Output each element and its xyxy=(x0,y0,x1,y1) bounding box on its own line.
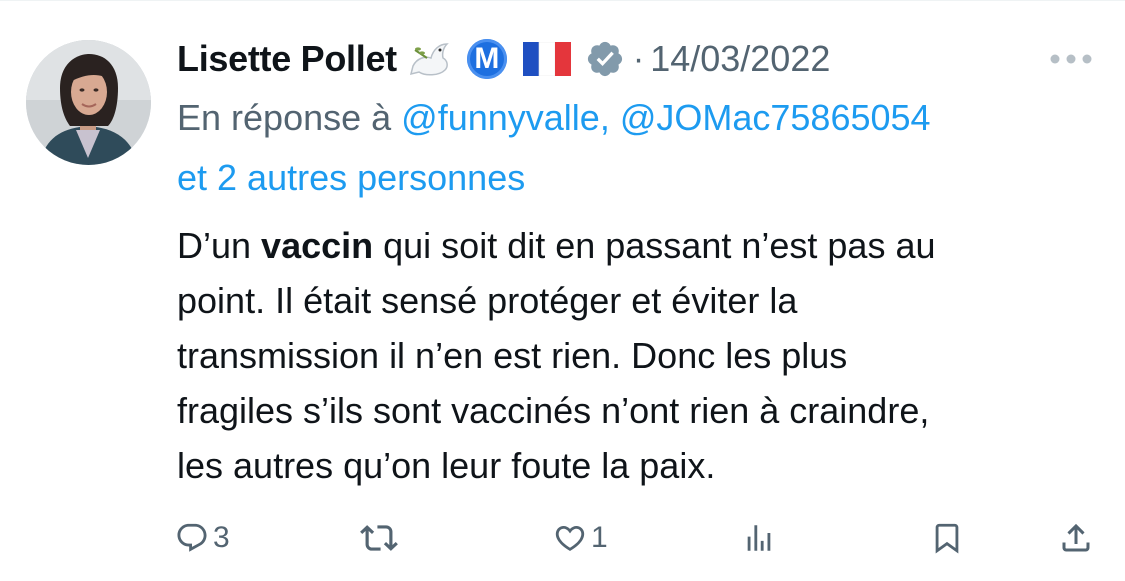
tweet-header: Lisette Pollet M · 14/03/2022 xyxy=(177,34,1097,84)
more-icon[interactable] xyxy=(1048,52,1094,66)
dove-icon xyxy=(407,36,453,82)
tweet-text-1a: D’un xyxy=(177,225,262,266)
reply-others-link[interactable]: et 2 autres personnes xyxy=(177,157,525,198)
reply-button[interactable]: 3 xyxy=(175,510,230,566)
retweet-icon xyxy=(360,519,398,557)
tweet-text-line-2: point. Il était sensé protéger et éviter… xyxy=(177,280,798,321)
share-icon xyxy=(1058,520,1094,556)
bookmark-button[interactable] xyxy=(930,510,964,566)
avatar[interactable] xyxy=(26,40,151,165)
reply-icon xyxy=(175,521,209,555)
like-count: 1 xyxy=(591,521,608,554)
tweet-date[interactable]: 14/03/2022 xyxy=(650,38,830,80)
like-icon xyxy=(553,521,587,555)
date-separator: · xyxy=(632,39,645,78)
tweet-text-1b: qui soit dit en passant n’est pas au xyxy=(373,225,936,266)
tweet-text-line-5: les autres qu’on leur foute la paix. xyxy=(177,445,716,486)
action-bar: 3 1 xyxy=(0,510,1125,566)
tweet-text-line-1: D’un vaccin qui soit dit en passant n’es… xyxy=(177,218,935,273)
reply-context: En réponse à @funnyvalle, @JOMac75865054 xyxy=(177,88,931,148)
share-button[interactable] xyxy=(1058,510,1094,566)
reply-handles-link[interactable]: @funnyvalle, @JOMac75865054 xyxy=(401,97,930,138)
views-button[interactable] xyxy=(742,510,776,566)
m-badge-icon: M xyxy=(466,39,507,79)
bookmark-icon xyxy=(930,519,964,557)
reply-context-others: et 2 autres personnes xyxy=(177,148,525,208)
reply-prefix: En réponse à xyxy=(177,97,392,138)
france-flag-icon xyxy=(522,42,571,76)
views-icon xyxy=(742,521,776,555)
author-name[interactable]: Lisette Pollet xyxy=(177,38,397,80)
verified-badge-icon[interactable] xyxy=(585,39,625,79)
tweet-text-line-3: transmission il n’en est rien. Donc les … xyxy=(177,335,848,376)
avatar-photo xyxy=(26,40,151,165)
retweet-button[interactable] xyxy=(360,510,398,566)
like-button[interactable]: 1 xyxy=(553,510,608,566)
top-divider xyxy=(0,0,1125,1)
reply-count: 3 xyxy=(213,521,230,554)
tweet-text-bold: vaccin xyxy=(261,225,374,266)
tweet-text-line-4: fragiles s’ils sont vaccinés n’ont rien … xyxy=(177,390,930,431)
